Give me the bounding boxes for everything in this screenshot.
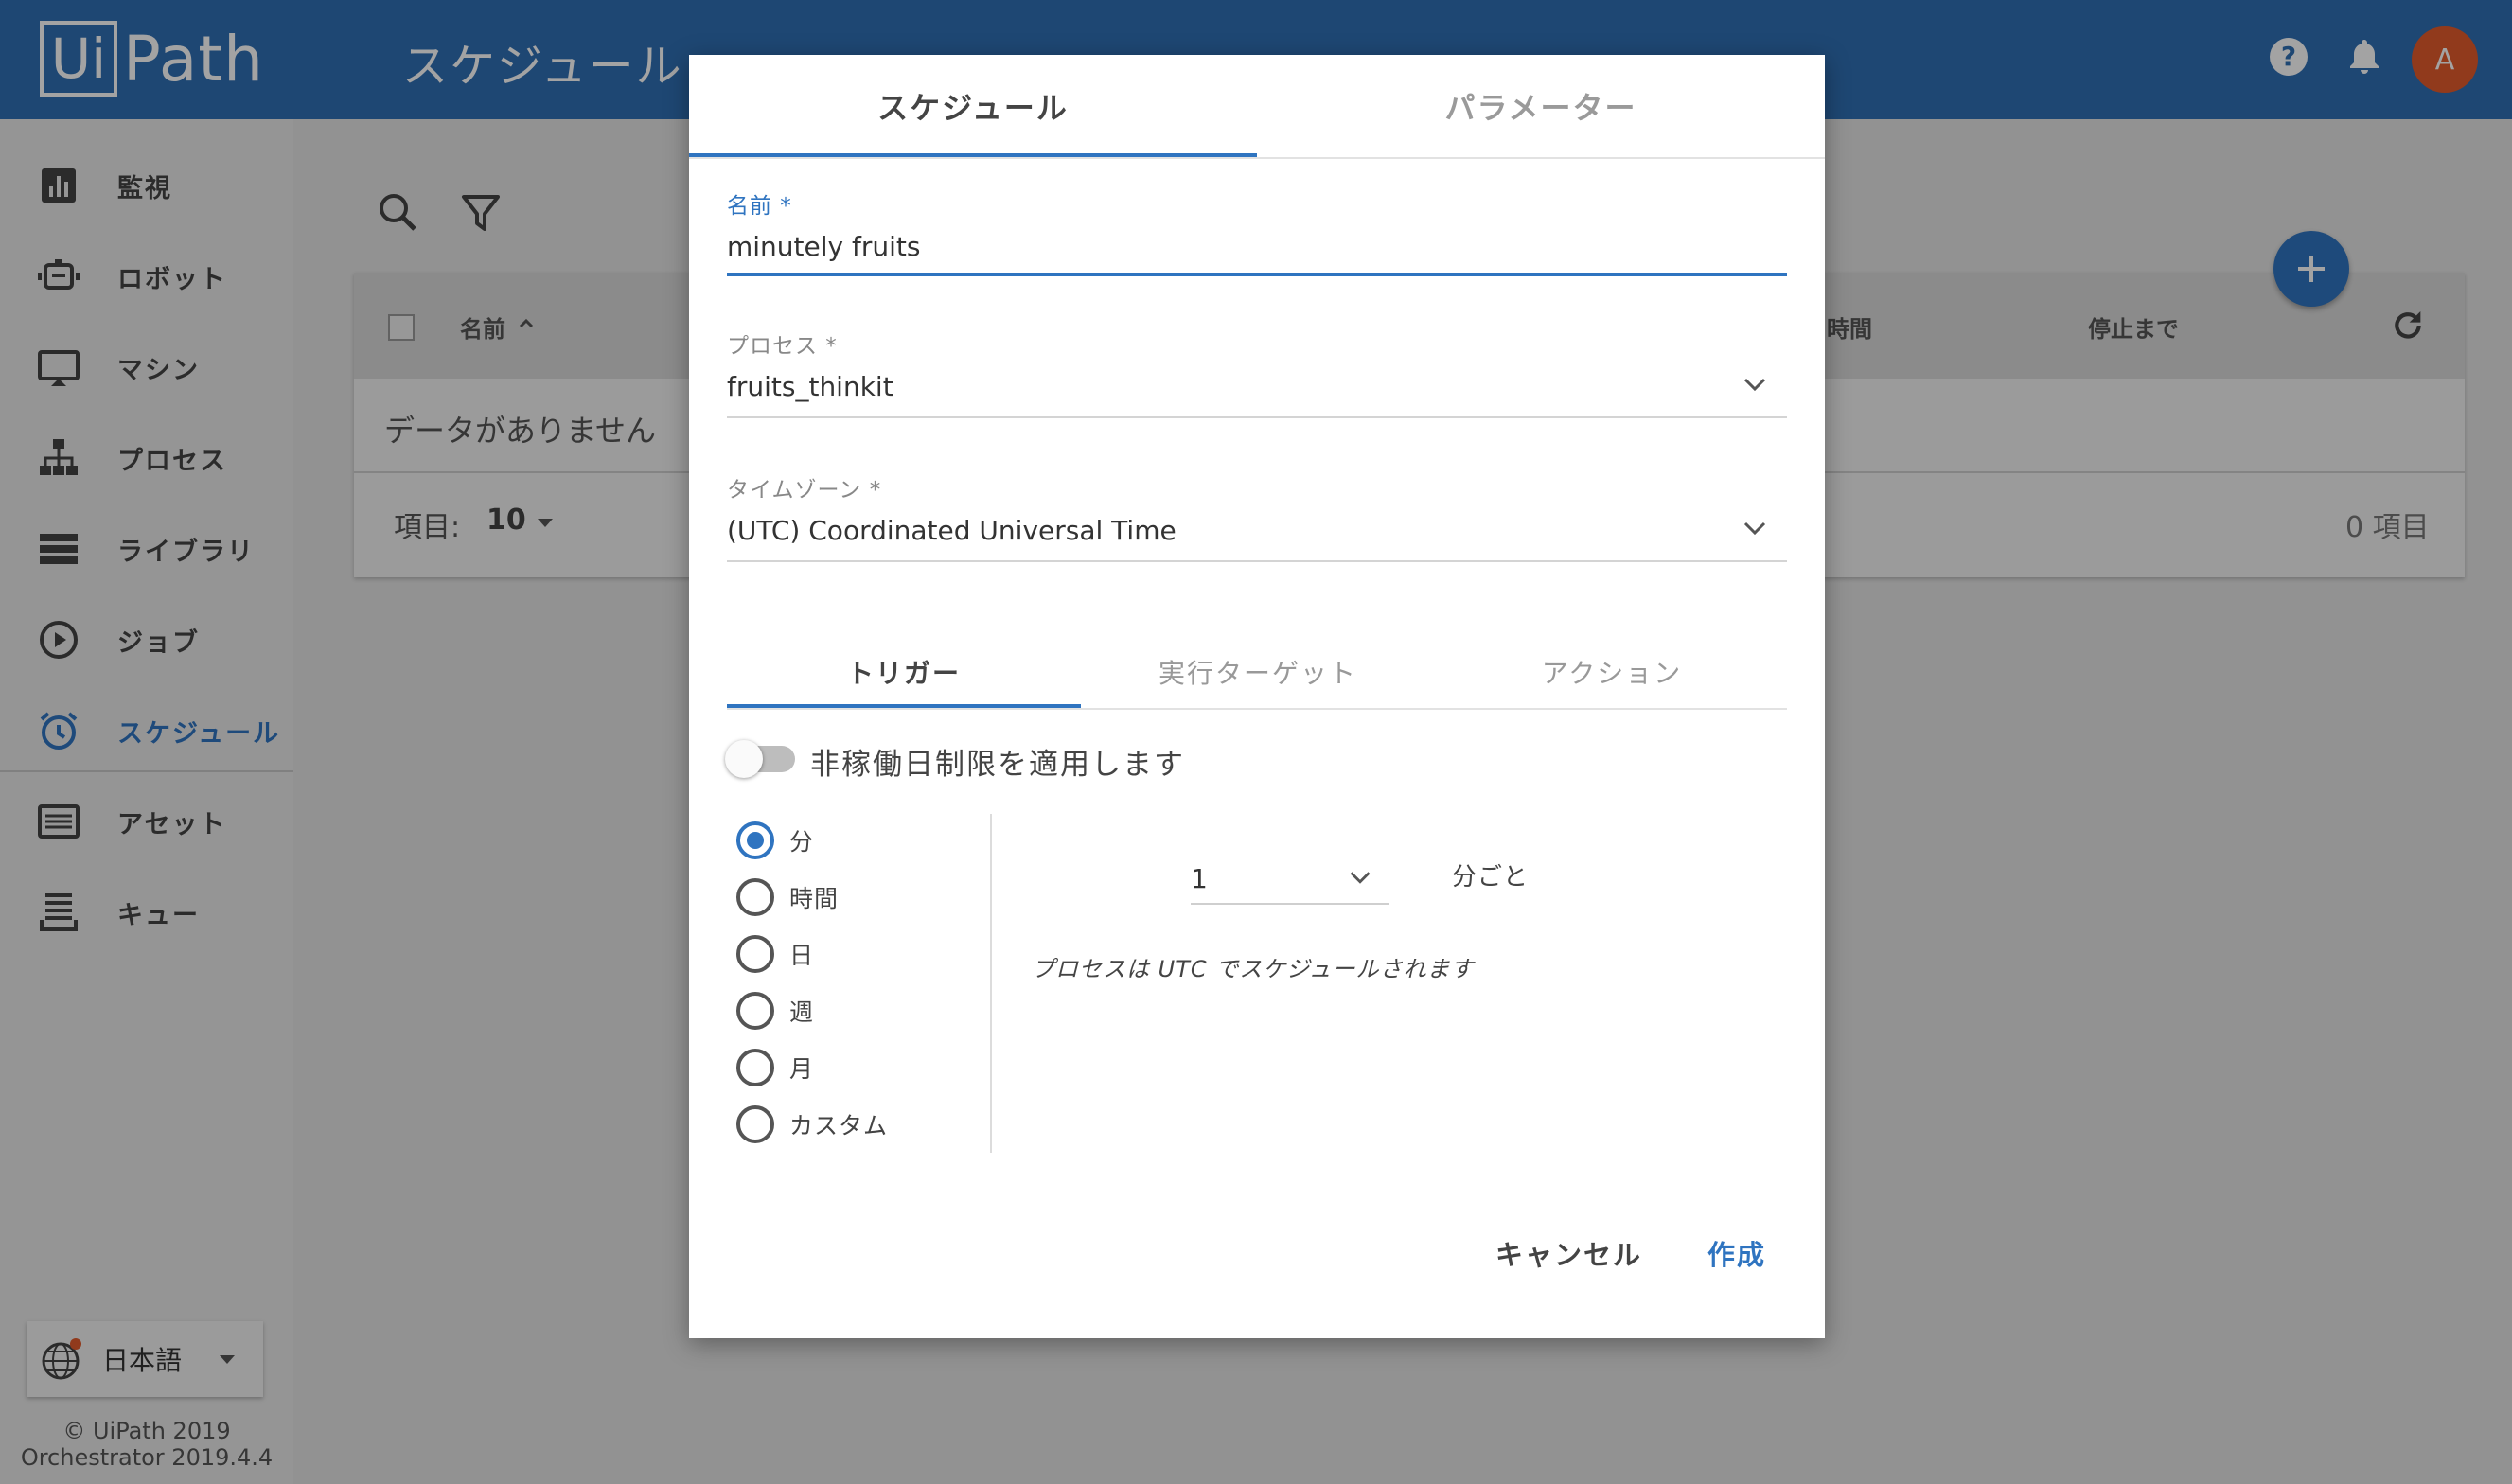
- tab-schedule[interactable]: スケジュール: [689, 55, 1257, 157]
- toggle-knob[interactable]: [725, 740, 763, 778]
- radio-hour[interactable]: [736, 878, 774, 916]
- timezone-select[interactable]: (UTC) Coordinated Universal Time: [727, 515, 1176, 546]
- nonworking-days-label: 非稼働日制限を適用します: [810, 748, 1185, 782]
- chevron-down-icon[interactable]: [1344, 861, 1376, 893]
- name-underline: [727, 273, 1787, 276]
- radio-custom[interactable]: [736, 1105, 774, 1143]
- chevron-down-icon[interactable]: [1738, 367, 1772, 401]
- radio-day[interactable]: [736, 935, 774, 973]
- chevron-down-icon[interactable]: [1738, 511, 1772, 545]
- tab-indicator: [689, 153, 1257, 157]
- interval-underline: [1191, 903, 1389, 905]
- timezone-underline: [727, 560, 1787, 562]
- process-select[interactable]: fruits_thinkit: [727, 371, 893, 402]
- tab-bar-divider: [689, 157, 1825, 159]
- sub-tab-indicator: [727, 704, 1081, 708]
- cancel-button[interactable]: キャンセル: [1495, 1225, 1642, 1281]
- radio-label-custom: カスタム: [789, 1112, 889, 1140]
- sub-tab-divider: [727, 708, 1787, 710]
- tab-execution-target[interactable]: 実行ターゲット: [1081, 634, 1435, 710]
- tab-trigger[interactable]: トリガー: [727, 634, 1081, 710]
- name-input[interactable]: minutely fruits: [727, 231, 920, 262]
- create-schedule-dialog: スケジュール パラメーター 名前 * minutely fruits プロセス …: [689, 55, 1825, 1338]
- create-button[interactable]: 作成: [1707, 1225, 1766, 1281]
- radio-week[interactable]: [736, 992, 774, 1030]
- tab-parameters[interactable]: パラメーター: [1257, 55, 1825, 157]
- process-label: プロセス *: [727, 334, 838, 359]
- radio-month[interactable]: [736, 1049, 774, 1086]
- radio-label-minute: 分: [789, 828, 815, 856]
- interval-select[interactable]: 1: [1191, 863, 1208, 894]
- interval-unit-label: 分ごと: [1452, 863, 1530, 892]
- radio-label-day: 日: [789, 942, 815, 969]
- process-underline: [727, 416, 1787, 418]
- radio-label-hour: 時間: [789, 885, 840, 912]
- name-label: 名前 *: [727, 194, 792, 219]
- timezone-label: タイムゾーン *: [727, 478, 882, 503]
- timezone-note: プロセスは UTC でスケジュールされます: [1032, 956, 1475, 982]
- vertical-divider: [990, 814, 992, 1153]
- radio-label-month: 月: [789, 1055, 815, 1083]
- radio-label-week: 週: [789, 998, 815, 1026]
- radio-minute[interactable]: [736, 822, 774, 859]
- tab-actions[interactable]: アクション: [1435, 634, 1789, 710]
